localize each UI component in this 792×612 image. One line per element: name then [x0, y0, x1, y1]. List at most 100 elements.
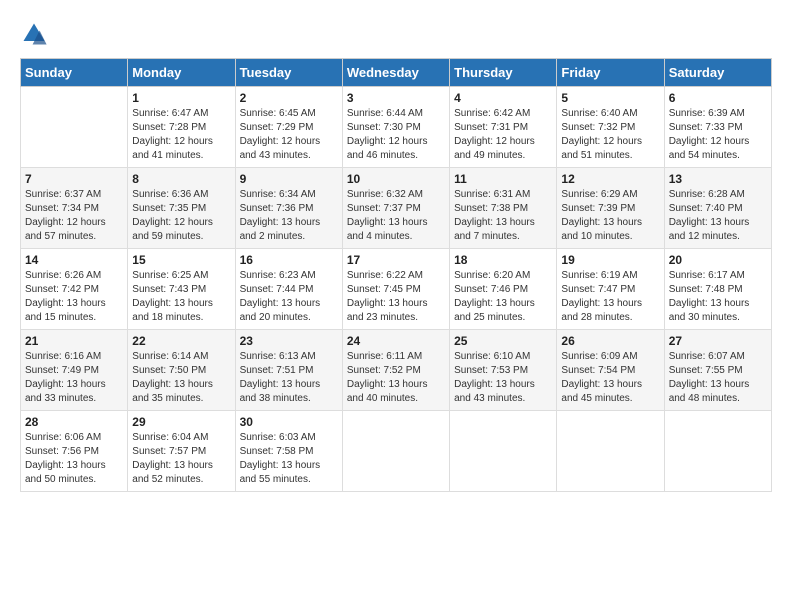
day-cell: 3 Sunrise: 6:44 AM Sunset: 7:30 PM Daylig…	[342, 87, 449, 168]
day-cell: 13 Sunrise: 6:28 AM Sunset: 7:40 PM Dayli…	[664, 168, 771, 249]
day-cell: 11 Sunrise: 6:31 AM Sunset: 7:38 PM Dayli…	[450, 168, 557, 249]
day-number: 16	[240, 253, 338, 267]
day-info: Sunrise: 6:07 AM Sunset: 7:55 PM Dayligh…	[669, 350, 767, 406]
day-info: Sunrise: 6:36 AM Sunset: 7:35 PM Dayligh…	[132, 188, 230, 244]
day-cell: 26 Sunrise: 6:09 AM Sunset: 7:54 PM Dayli…	[557, 330, 664, 411]
day-cell: 12 Sunrise: 6:29 AM Sunset: 7:39 PM Dayli…	[557, 168, 664, 249]
day-number: 4	[454, 91, 552, 105]
day-info: Sunrise: 6:26 AM Sunset: 7:42 PM Dayligh…	[25, 269, 123, 325]
calendar-header: SundayMondayTuesdayWednesdayThursdayFrid…	[21, 59, 772, 87]
day-number: 24	[347, 334, 445, 348]
day-cell: 21 Sunrise: 6:16 AM Sunset: 7:49 PM Dayli…	[21, 330, 128, 411]
day-number: 6	[669, 91, 767, 105]
day-cell: 7 Sunrise: 6:37 AM Sunset: 7:34 PM Daylig…	[21, 168, 128, 249]
day-number: 26	[561, 334, 659, 348]
day-cell: 14Sunrise: 6:26 AM Sunset: 7:42 PM Dayli…	[21, 249, 128, 330]
day-number: 8	[132, 172, 230, 186]
day-info: Sunrise: 6:28 AM Sunset: 7:40 PM Dayligh…	[669, 188, 767, 244]
day-number: 28	[25, 415, 123, 429]
day-info: Sunrise: 6:19 AM Sunset: 7:47 PM Dayligh…	[561, 269, 659, 325]
day-info: Sunrise: 6:25 AM Sunset: 7:43 PM Dayligh…	[132, 269, 230, 325]
day-info: Sunrise: 6:44 AM Sunset: 7:30 PM Dayligh…	[347, 107, 445, 163]
day-cell: 23Sunrise: 6:13 AM Sunset: 7:51 PM Dayli…	[235, 330, 342, 411]
header-friday: Friday	[557, 59, 664, 87]
logo-icon	[20, 20, 48, 48]
day-number: 18	[454, 253, 552, 267]
day-number: 5	[561, 91, 659, 105]
day-number: 12	[561, 172, 659, 186]
day-cell: 17 Sunrise: 6:22 AM Sunset: 7:45 PM Dayli…	[342, 249, 449, 330]
day-cell: 15 Sunrise: 6:25 AM Sunset: 7:43 PM Dayli…	[128, 249, 235, 330]
day-info: Sunrise: 6:34 AM Sunset: 7:36 PM Dayligh…	[240, 188, 338, 244]
day-cell	[557, 411, 664, 492]
day-cell: 20Sunrise: 6:17 AM Sunset: 7:48 PM Dayli…	[664, 249, 771, 330]
week-row-0: 1 Sunrise: 6:47 AM Sunset: 7:28 PM Daylig…	[21, 87, 772, 168]
calendar-table: SundayMondayTuesdayWednesdayThursdayFrid…	[20, 58, 772, 492]
day-cell: 29 Sunrise: 6:04 AM Sunset: 7:57 PM Dayli…	[128, 411, 235, 492]
day-number: 22	[132, 334, 230, 348]
week-row-2: 14Sunrise: 6:26 AM Sunset: 7:42 PM Dayli…	[21, 249, 772, 330]
day-cell: 2 Sunrise: 6:45 AM Sunset: 7:29 PM Daylig…	[235, 87, 342, 168]
day-number: 29	[132, 415, 230, 429]
day-number: 2	[240, 91, 338, 105]
day-number: 7	[25, 172, 123, 186]
day-info: Sunrise: 6:42 AM Sunset: 7:31 PM Dayligh…	[454, 107, 552, 163]
day-info: Sunrise: 6:22 AM Sunset: 7:45 PM Dayligh…	[347, 269, 445, 325]
day-number: 21	[25, 334, 123, 348]
day-info: Sunrise: 6:16 AM Sunset: 7:49 PM Dayligh…	[25, 350, 123, 406]
day-cell: 4 Sunrise: 6:42 AM Sunset: 7:31 PM Daylig…	[450, 87, 557, 168]
day-number: 1	[132, 91, 230, 105]
day-info: Sunrise: 6:03 AM Sunset: 7:58 PM Dayligh…	[240, 431, 338, 487]
day-info: Sunrise: 6:31 AM Sunset: 7:38 PM Dayligh…	[454, 188, 552, 244]
day-cell: 9Sunrise: 6:34 AM Sunset: 7:36 PM Daylig…	[235, 168, 342, 249]
day-info: Sunrise: 6:37 AM Sunset: 7:34 PM Dayligh…	[25, 188, 123, 244]
day-cell: 30 Sunrise: 6:03 AM Sunset: 7:58 PM Dayli…	[235, 411, 342, 492]
day-info: Sunrise: 6:04 AM Sunset: 7:57 PM Dayligh…	[132, 431, 230, 487]
header-monday: Monday	[128, 59, 235, 87]
day-info: Sunrise: 6:11 AM Sunset: 7:52 PM Dayligh…	[347, 350, 445, 406]
day-info: Sunrise: 6:29 AM Sunset: 7:39 PM Dayligh…	[561, 188, 659, 244]
day-info: Sunrise: 6:09 AM Sunset: 7:54 PM Dayligh…	[561, 350, 659, 406]
day-cell: 10Sunrise: 6:32 AM Sunset: 7:37 PM Dayli…	[342, 168, 449, 249]
day-cell: 22 Sunrise: 6:14 AM Sunset: 7:50 PM Dayli…	[128, 330, 235, 411]
day-cell: 6 Sunrise: 6:39 AM Sunset: 7:33 PM Daylig…	[664, 87, 771, 168]
day-cell: 24 Sunrise: 6:11 AM Sunset: 7:52 PM Dayli…	[342, 330, 449, 411]
header-saturday: Saturday	[664, 59, 771, 87]
day-info: Sunrise: 6:32 AM Sunset: 7:37 PM Dayligh…	[347, 188, 445, 244]
day-cell: 8 Sunrise: 6:36 AM Sunset: 7:35 PM Daylig…	[128, 168, 235, 249]
week-row-3: 21 Sunrise: 6:16 AM Sunset: 7:49 PM Dayli…	[21, 330, 772, 411]
day-number: 23	[240, 334, 338, 348]
day-info: Sunrise: 6:45 AM Sunset: 7:29 PM Dayligh…	[240, 107, 338, 163]
day-cell: 5 Sunrise: 6:40 AM Sunset: 7:32 PM Daylig…	[557, 87, 664, 168]
day-info: Sunrise: 6:14 AM Sunset: 7:50 PM Dayligh…	[132, 350, 230, 406]
page-header	[20, 20, 772, 48]
day-cell: 25Sunrise: 6:10 AM Sunset: 7:53 PM Dayli…	[450, 330, 557, 411]
day-number: 30	[240, 415, 338, 429]
day-number: 13	[669, 172, 767, 186]
day-number: 17	[347, 253, 445, 267]
day-info: Sunrise: 6:17 AM Sunset: 7:48 PM Dayligh…	[669, 269, 767, 325]
day-number: 15	[132, 253, 230, 267]
day-cell: 28 Sunrise: 6:06 AM Sunset: 7:56 PM Dayli…	[21, 411, 128, 492]
header-wednesday: Wednesday	[342, 59, 449, 87]
header-sunday: Sunday	[21, 59, 128, 87]
day-number: 3	[347, 91, 445, 105]
header-thursday: Thursday	[450, 59, 557, 87]
header-tuesday: Tuesday	[235, 59, 342, 87]
day-info: Sunrise: 6:23 AM Sunset: 7:44 PM Dayligh…	[240, 269, 338, 325]
day-number: 27	[669, 334, 767, 348]
day-cell: 1 Sunrise: 6:47 AM Sunset: 7:28 PM Daylig…	[128, 87, 235, 168]
day-number: 19	[561, 253, 659, 267]
week-row-1: 7 Sunrise: 6:37 AM Sunset: 7:34 PM Daylig…	[21, 168, 772, 249]
header-row: SundayMondayTuesdayWednesdayThursdayFrid…	[21, 59, 772, 87]
day-cell: 19 Sunrise: 6:19 AM Sunset: 7:47 PM Dayli…	[557, 249, 664, 330]
calendar-body: 1 Sunrise: 6:47 AM Sunset: 7:28 PM Daylig…	[21, 87, 772, 492]
day-info: Sunrise: 6:47 AM Sunset: 7:28 PM Dayligh…	[132, 107, 230, 163]
day-cell	[664, 411, 771, 492]
day-info: Sunrise: 6:06 AM Sunset: 7:56 PM Dayligh…	[25, 431, 123, 487]
day-cell: 18 Sunrise: 6:20 AM Sunset: 7:46 PM Dayli…	[450, 249, 557, 330]
day-number: 11	[454, 172, 552, 186]
day-info: Sunrise: 6:20 AM Sunset: 7:46 PM Dayligh…	[454, 269, 552, 325]
day-info: Sunrise: 6:39 AM Sunset: 7:33 PM Dayligh…	[669, 107, 767, 163]
day-info: Sunrise: 6:40 AM Sunset: 7:32 PM Dayligh…	[561, 107, 659, 163]
